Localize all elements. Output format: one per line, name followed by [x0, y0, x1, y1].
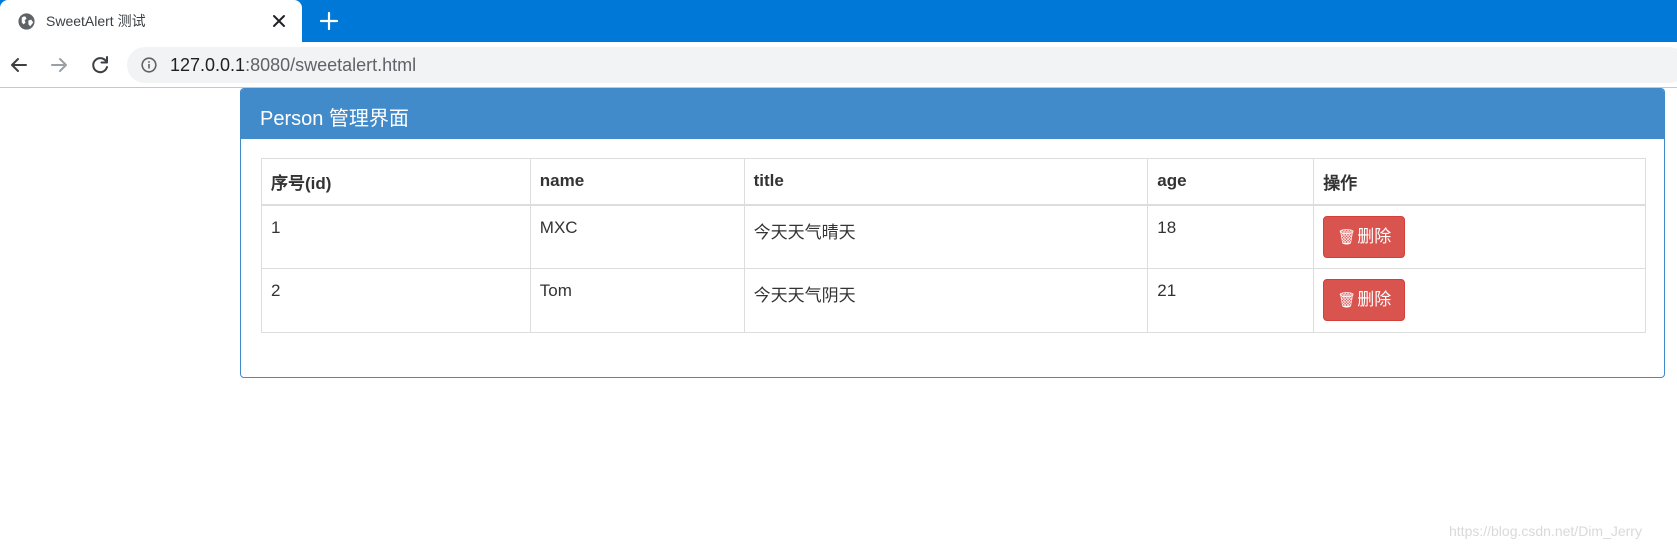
info-icon[interactable] [141, 57, 157, 73]
table-row: 2 Tom 今天天气阴天 21 🗑删除 [261, 268, 1646, 333]
column-header-name: name [529, 158, 745, 206]
column-header-age: age [1147, 158, 1315, 206]
cell-title: 今天天气晴天 [743, 204, 1149, 269]
panel-heading: Person 管理界面 [241, 89, 1664, 139]
arrow-right-icon[interactable] [47, 53, 71, 77]
url-path: :8080/sweetalert.html [245, 55, 417, 75]
cell-age: 18 [1147, 204, 1315, 269]
watermark-text: https://blog.csdn.net/Dim_Jerry [1449, 523, 1642, 539]
delete-button[interactable]: 🗑删除 [1323, 215, 1406, 258]
url-host: 127.0.0.1 [170, 55, 246, 75]
column-header-id: 序号(id) [261, 158, 531, 206]
cell-name: MXC [529, 204, 745, 269]
column-header-actions: 操作 [1313, 158, 1646, 206]
cell-actions: 🗑删除 [1313, 268, 1646, 333]
cell-title: 今天天气阴天 [743, 268, 1149, 333]
reload-icon[interactable] [88, 53, 112, 77]
browser-toolbar: 127.0.0.1:8080/sweetalert.html [0, 42, 1677, 88]
browser-tab-active[interactable]: SweetAlert 测试 [0, 0, 302, 42]
delete-button[interactable]: 🗑删除 [1323, 279, 1406, 321]
tab-title: SweetAlert 测试 [46, 13, 146, 29]
globe-icon [18, 13, 35, 30]
address-url: 127.0.0.1:8080/sweetalert.html [170, 55, 416, 76]
delete-button-label: 删除 [1357, 290, 1392, 309]
trash-icon: 🗑 [1337, 228, 1357, 246]
browser-tabstrip: SweetAlert 测试 [0, 0, 1677, 42]
address-bar[interactable]: 127.0.0.1:8080/sweetalert.html [127, 47, 1677, 83]
cell-age: 21 [1147, 268, 1315, 333]
trash-icon: 🗑 [1337, 292, 1357, 309]
cell-id: 2 [261, 268, 531, 333]
person-panel: Person 管理界面 序号(id) name title age 操作 1 M… [240, 88, 1665, 378]
close-icon[interactable] [270, 12, 288, 30]
table-row: 1 MXC 今天天气晴天 18 🗑删除 [261, 204, 1646, 269]
plus-icon[interactable] [318, 10, 340, 32]
cell-actions: 🗑删除 [1313, 204, 1646, 269]
panel-title: Person 管理界面 [260, 108, 409, 130]
delete-button-label: 删除 [1357, 226, 1392, 246]
column-header-title: title [743, 158, 1149, 206]
person-table: 序号(id) name title age 操作 1 MXC 今天天气晴天 18… [261, 158, 1646, 333]
cell-id: 1 [261, 204, 531, 269]
table-header-row: 序号(id) name title age 操作 [261, 158, 1646, 206]
cell-name: Tom [529, 268, 745, 333]
arrow-left-icon[interactable] [7, 53, 31, 77]
